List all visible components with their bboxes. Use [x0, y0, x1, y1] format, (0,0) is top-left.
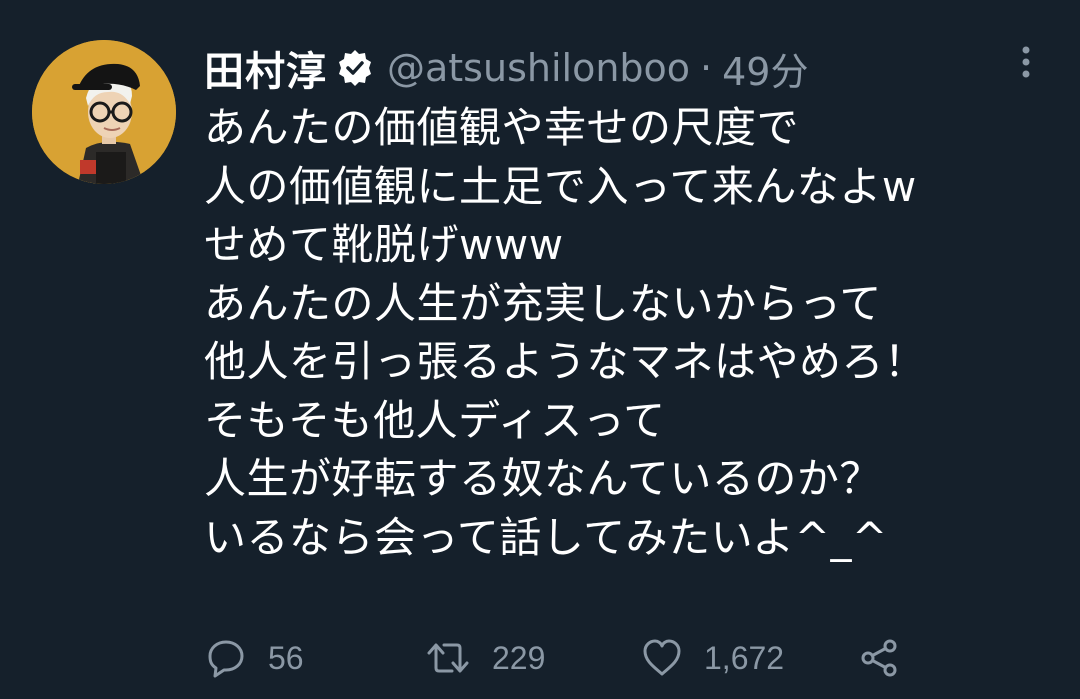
avatar[interactable] — [32, 40, 176, 184]
tweet-text-line: いるなら会って話してみたいよ^_^ — [204, 512, 888, 562]
retweet-button[interactable]: 229 — [424, 630, 545, 686]
tweet-text: あんたの価値観や幸せの尺度で 人の価値観に土足で入って来んなよw せめて靴脱げw… — [204, 99, 1064, 567]
reply-count: 56 — [268, 639, 304, 676]
tweet: 田村淳 @atsushilonboo · 49分 あんたの価値観や幸せの尺度で … — [0, 0, 1080, 699]
separator-dot: · — [700, 46, 713, 90]
avatar-illustration — [32, 40, 176, 184]
tweet-text-line: 人の価値観に土足で入って来んなよw — [204, 161, 917, 211]
tweet-text-line: あんたの人生が充実しないからって — [204, 278, 882, 328]
share-button[interactable] — [858, 630, 902, 686]
tweet-text-line: そもそも他人ディスって — [204, 395, 666, 445]
more-vertical-icon[interactable] — [1014, 42, 1038, 82]
action-bar: 56 229 1,672 — [204, 630, 1064, 686]
tweet-text-line: あんたの価値観や幸せの尺度で — [204, 103, 800, 152]
reply-icon — [204, 636, 248, 680]
heart-icon — [640, 636, 684, 680]
retweet-count: 229 — [492, 639, 546, 676]
user-handle[interactable]: @atsushilonboo — [387, 46, 690, 90]
tweet-text-line: せめて靴脱げwww — [204, 220, 564, 269]
like-count: 1,672 — [704, 639, 785, 676]
retweet-icon — [424, 636, 472, 680]
timestamp[interactable]: 49分 — [722, 41, 808, 96]
share-icon — [858, 636, 902, 680]
reply-button[interactable]: 56 — [204, 630, 304, 686]
tweet-text-line: 人生が好転する奴なんているのか？ — [204, 454, 882, 503]
verified-badge-icon — [335, 48, 375, 88]
like-button[interactable]: 1,672 — [640, 630, 784, 686]
tweet-text-line: 他人を引っ張るようなマネはやめろ！ — [204, 337, 927, 386]
display-name[interactable]: 田村淳 — [204, 39, 327, 97]
tweet-header: 田村淳 @atsushilonboo · 49分 — [204, 38, 808, 98]
